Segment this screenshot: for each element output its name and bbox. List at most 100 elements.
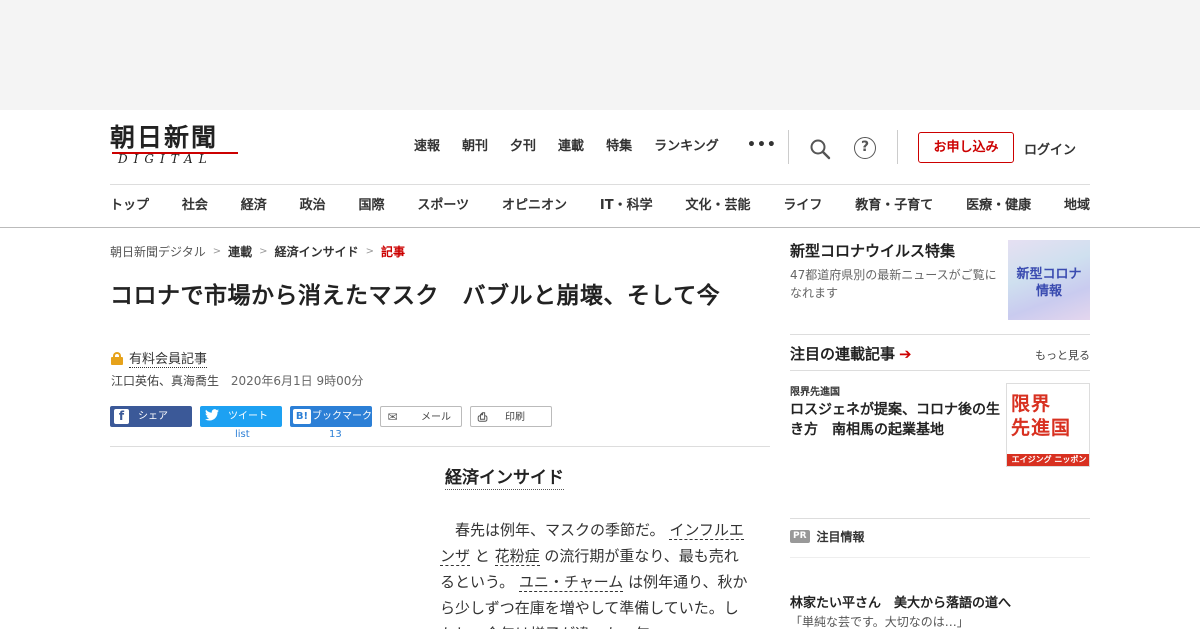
- category-culture[interactable]: 文化・芸能: [685, 197, 750, 215]
- article-body: 春先は例年、マスクの季節だ。 インフルエンザ と 花粉症 の流行期が重なり、最も…: [440, 517, 750, 629]
- lock-icon: [111, 351, 123, 365]
- mail-share-button[interactable]: ✉ メール: [380, 406, 462, 427]
- breadcrumb: 朝日新聞デジタル > 連載 > 経済インサイド > 記事: [110, 243, 405, 260]
- body-text-segment: と: [474, 547, 490, 565]
- article-title: コロナで市場から消えたマスク バブルと崩壊、そして今: [110, 283, 721, 309]
- category-society[interactable]: 社会: [182, 197, 208, 215]
- corona-thumb-text: 新型コロナ: [1016, 267, 1082, 282]
- twitter-share-label: ツイート: [228, 411, 268, 422]
- logo-sub-text: DIGITAL: [118, 152, 213, 166]
- keyword-link-hay-fever[interactable]: 花粉症: [494, 547, 540, 566]
- featured-series-heading[interactable]: 注目の連載記事: [790, 345, 895, 363]
- category-politics[interactable]: 政治: [300, 197, 326, 215]
- login-link[interactable]: ログイン: [1024, 139, 1076, 158]
- twitter-icon: [204, 409, 219, 424]
- twitter-share-button[interactable]: ツイート: [200, 406, 282, 427]
- print-icon: ⎙: [477, 410, 488, 424]
- breadcrumb-current: 記事: [380, 245, 405, 259]
- corona-feature-desc: 47都道府県別の最新ニュースがご覧になれます: [790, 268, 997, 300]
- top-nav-features[interactable]: 特集: [606, 138, 632, 156]
- corona-feature-thumbnail: 新型コロナ 情報: [1008, 240, 1090, 320]
- category-region[interactable]: 地域: [1064, 197, 1090, 215]
- authors: 江口英佑、真海喬生: [111, 374, 220, 388]
- article-divider: [110, 446, 770, 447]
- top-nav-morning[interactable]: 朝刊: [462, 138, 488, 156]
- print-button[interactable]: ⎙ 印刷: [470, 406, 552, 427]
- sidebar-divider: [790, 557, 1090, 558]
- sidebar-divider: [790, 370, 1090, 371]
- series-thumb-text: 限界: [1011, 393, 1052, 415]
- top-nav-breaking[interactable]: 速報: [414, 138, 440, 156]
- top-nav-ranking[interactable]: ランキング: [654, 138, 719, 156]
- help-icon[interactable]: ?: [854, 137, 876, 159]
- site-logo[interactable]: 朝日新聞 DIGITAL: [110, 124, 242, 170]
- twitter-share-count[interactable]: list: [235, 429, 250, 440]
- more-series-link[interactable]: もっと見る: [1035, 347, 1090, 363]
- series-item-title[interactable]: ロスジェネが提案、コロナ後の生き方 南相馬の起業基地: [790, 400, 1004, 440]
- more-menu-icon[interactable]: •••: [747, 137, 777, 153]
- breadcrumb-separator: >: [365, 246, 374, 257]
- search-icon[interactable]: [808, 137, 832, 161]
- keyword-link-unicharm[interactable]: ユニ・チャーム: [518, 573, 624, 592]
- facebook-share-label: シェア: [138, 411, 168, 422]
- breadcrumb-series[interactable]: 連載: [228, 243, 252, 260]
- hatena-bookmark-label: ブックマーク: [312, 411, 372, 422]
- logo-main-text: 朝日新聞: [110, 123, 219, 152]
- series-tag[interactable]: 経済インサイド: [445, 467, 564, 490]
- sidebar-divider: [790, 518, 1090, 519]
- series-item-kicker: 限界先進国: [790, 387, 840, 398]
- print-label: 印刷: [505, 412, 525, 423]
- category-nav: トップ 社会 経済 政治 国際 スポーツ オピニオン IT・科学 文化・芸能 ラ…: [110, 197, 1090, 215]
- top-nav-series[interactable]: 連載: [558, 138, 584, 156]
- breadcrumb-column[interactable]: 経済インサイド: [275, 243, 359, 260]
- series-thumb-text: 先進国: [1011, 417, 1072, 439]
- header-divider: [897, 130, 898, 164]
- category-education[interactable]: 教育・子育て: [855, 197, 933, 215]
- pr-badge: PR: [790, 530, 810, 543]
- nav-divider: [110, 184, 1090, 185]
- series-item-thumbnail[interactable]: 限界 先進国 エイジング ニッポン: [1006, 383, 1090, 467]
- mail-icon: ✉: [387, 410, 398, 424]
- facebook-share-button[interactable]: f シェア: [110, 406, 192, 427]
- corona-feature-title: 新型コロナウイルス特集: [790, 242, 956, 260]
- category-health[interactable]: 医療・健康: [966, 197, 1031, 215]
- mail-share-label: メール: [421, 412, 451, 423]
- byline: 江口英佑、真海喬生 2020年6月1日 9時00分: [111, 372, 363, 389]
- category-it-science[interactable]: IT・科学: [600, 197, 653, 215]
- breadcrumb-home[interactable]: 朝日新聞デジタル: [110, 243, 206, 260]
- site-header: 朝日新聞 DIGITAL 速報 朝刊 夕刊 連載 特集 ランキング ••• ? …: [0, 110, 1200, 228]
- publish-date: 2020年6月1日 9時00分: [230, 374, 364, 388]
- category-international[interactable]: 国際: [359, 197, 385, 215]
- pr-label: 注目情報: [816, 530, 865, 544]
- hatena-bookmark-button[interactable]: B! ブックマーク: [290, 406, 372, 427]
- top-nav: 速報 朝刊 夕刊 連載 特集 ランキング: [414, 138, 741, 156]
- members-only-badge[interactable]: 有料会員記事: [111, 348, 208, 368]
- category-opinion[interactable]: オピニオン: [502, 197, 567, 215]
- breadcrumb-separator: >: [259, 246, 268, 257]
- category-economy[interactable]: 経済: [241, 197, 267, 215]
- series-thumb-bar: エイジング ニッポン: [1007, 454, 1089, 466]
- sidebar-divider: [790, 334, 1090, 335]
- featured-series-header: 注目の連載記事 ➔ もっと見る: [790, 343, 1090, 367]
- logo-underline: [112, 152, 238, 154]
- arrow-right-icon: ➔: [899, 345, 912, 363]
- breadcrumb-separator: >: [212, 246, 222, 257]
- top-nav-evening[interactable]: 夕刊: [510, 138, 536, 156]
- corona-feature-card[interactable]: 新型コロナウイルス特集 47都道府県別の最新ニュースがご覧になれます 新型コロナ…: [790, 240, 1090, 320]
- body-text-segment: 春先は例年、マスクの季節だ。: [440, 521, 665, 539]
- hatena-bookmark-count[interactable]: 13: [329, 429, 342, 440]
- apply-button[interactable]: お申し込み: [918, 132, 1014, 163]
- pr-header: PR 注目情報: [790, 528, 865, 545]
- category-sports[interactable]: スポーツ: [417, 197, 469, 215]
- facebook-icon: f: [114, 409, 129, 424]
- category-life[interactable]: ライフ: [783, 197, 822, 215]
- hatena-bookmark-icon: B!: [293, 409, 311, 424]
- members-only-label: 有料会員記事: [129, 348, 208, 368]
- series-thumb-title: 限界 先進国: [1011, 392, 1071, 440]
- pr-item-desc: 「単純な芸です。大切なのは…」: [790, 615, 969, 629]
- ad-banner: [0, 0, 1200, 110]
- header-divider: [788, 130, 789, 164]
- pr-item-title[interactable]: 林家たい平さん 美大から落語の道へ: [790, 592, 1011, 611]
- category-top[interactable]: トップ: [110, 197, 149, 215]
- corona-thumb-text: 情報: [1035, 284, 1062, 299]
